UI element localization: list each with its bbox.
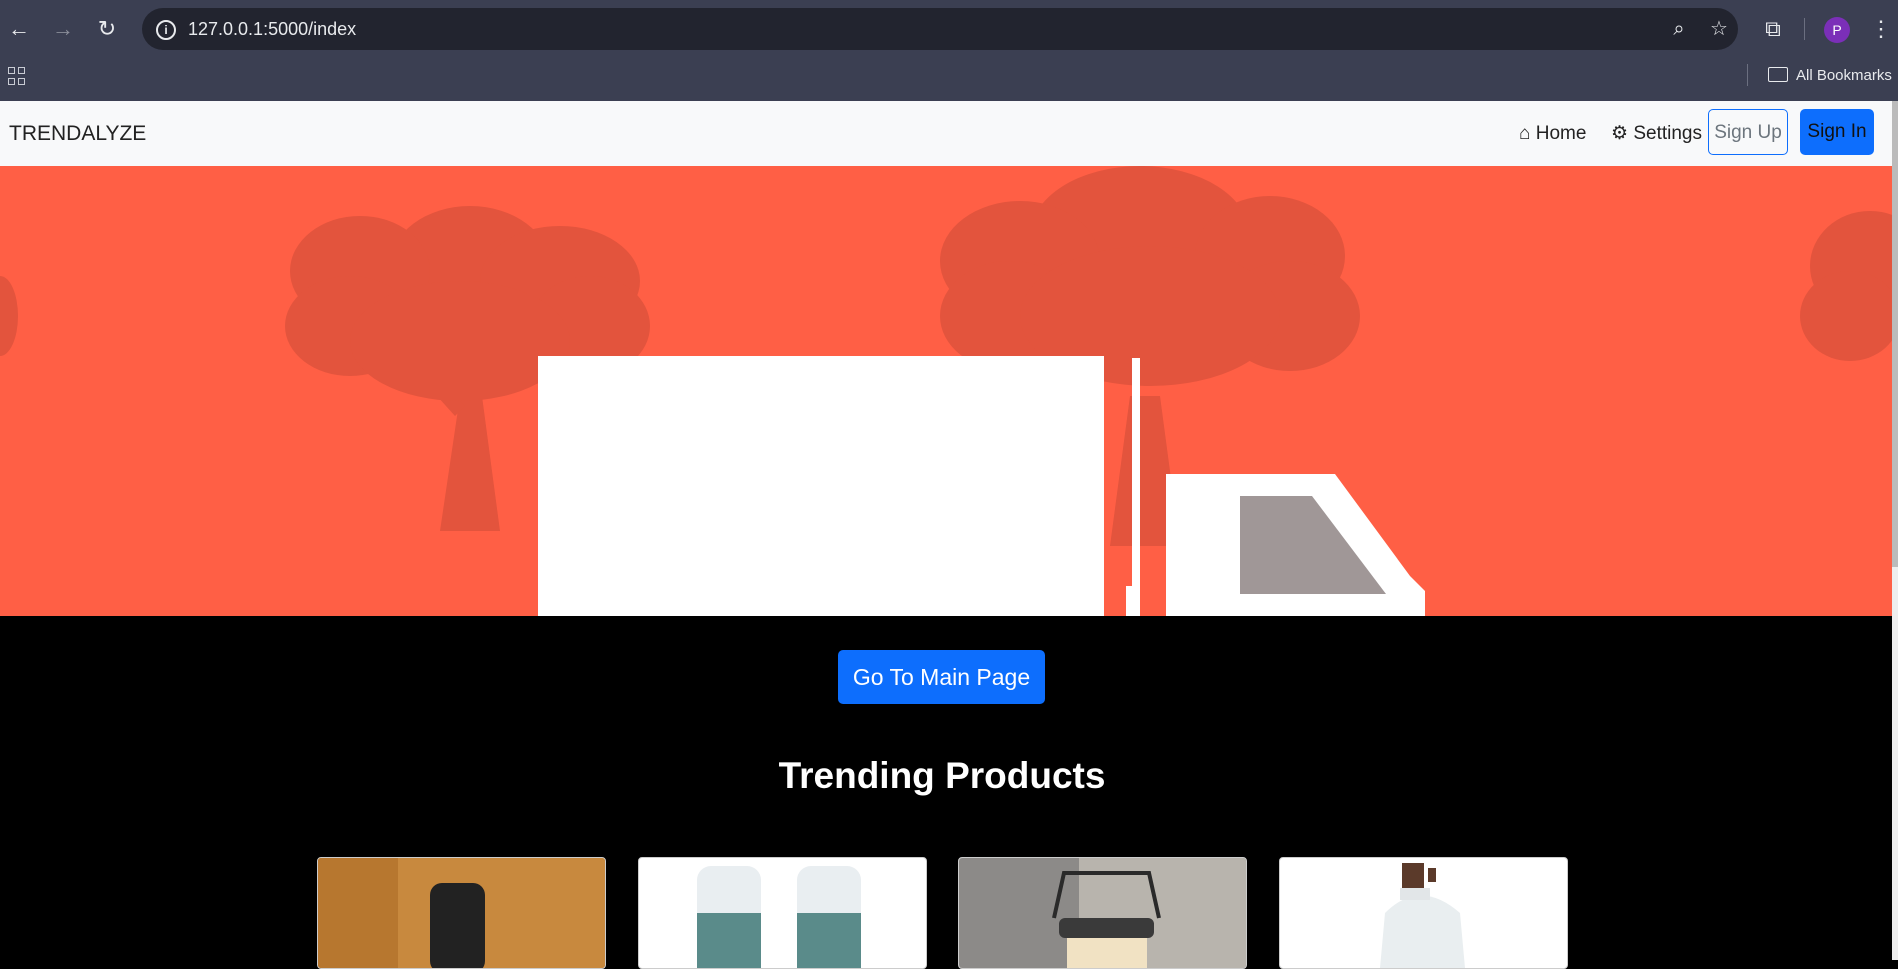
bookmarks-divider [1747,64,1748,86]
nav-home[interactable]: ⌂ Home [1519,101,1586,166]
home-icon: ⌂ [1519,123,1531,144]
page-scrollbar[interactable] [1892,101,1898,567]
site-navbar: TRENDALYZE ⌂ Home ⚙ Settings [0,101,1892,166]
menu-icon[interactable]: ⋮ [1870,14,1892,44]
browser-toolbar: ← → ↻ i 127.0.0.1:5000/index ⌕ ☆ ⧉ P ⋮ [0,0,1898,58]
product-image [318,858,605,968]
extensions-icon[interactable]: ⧉ [1758,14,1788,44]
sign-in-button[interactable]: Sign In [1800,109,1874,155]
scrollbar-track[interactable] [1892,567,1898,960]
all-bookmarks-label: All Bookmarks [1796,67,1892,84]
section-title: Trending Products [778,755,1106,796]
product-image [697,866,861,968]
product-image [1380,863,1465,968]
zoom-icon[interactable]: ⌕ [1666,16,1692,42]
profile-avatar[interactable]: P [1824,17,1850,43]
product-card[interactable] [638,857,927,969]
toolbar-divider [1804,18,1805,40]
apps-grid-icon[interactable] [8,67,26,85]
all-bookmarks[interactable]: All Bookmarks [1768,64,1892,88]
url-text[interactable]: 127.0.0.1:5000/index [188,8,356,50]
product-card[interactable] [317,857,606,969]
bookmark-star-icon[interactable]: ☆ [1706,16,1732,42]
product-card[interactable] [958,857,1247,969]
product-card[interactable] [1279,857,1568,969]
nav-home-label: Home [1535,123,1587,144]
back-icon[interactable]: ← [4,14,34,44]
hero-illustration [0,166,1892,616]
reload-icon[interactable]: ↻ [92,14,122,44]
brand-logo[interactable]: TRENDALYZE [9,101,146,166]
forward-icon[interactable]: → [48,14,78,44]
hero-banner [0,166,1892,616]
folder-icon [1768,67,1788,82]
gear-icon: ⚙ [1611,123,1629,144]
site-info-icon[interactable]: i [156,20,176,40]
go-to-main-page-button[interactable]: Go To Main Page [838,650,1045,704]
product-image [959,858,1246,968]
nav-settings[interactable]: ⚙ Settings [1611,101,1702,166]
bookmarks-bar [0,58,1898,101]
sign-up-button[interactable]: Sign Up [1708,109,1788,155]
address-bar[interactable]: i 127.0.0.1:5000/index ⌕ ☆ [142,8,1738,50]
nav-settings-label: Settings [1633,123,1702,144]
